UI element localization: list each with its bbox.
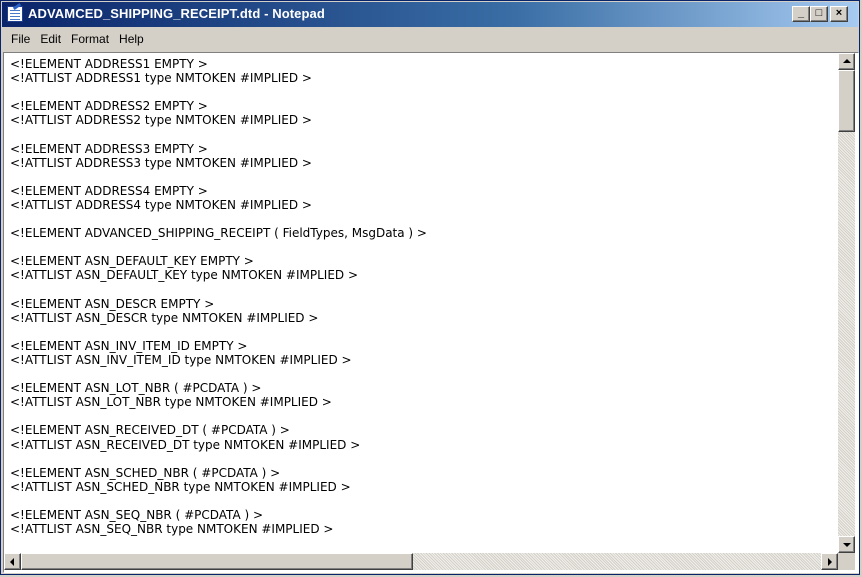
maximize-button[interactable]: □ (810, 6, 828, 22)
scroll-down-button[interactable] (838, 536, 855, 553)
editor-frame: <!ELEMENT ADDRESS1 EMPTY > <!ATTLIST ADD… (3, 52, 859, 573)
notepad-window: ADVAMCED_SHIPPING_RECEIPT.dtd - Notepad … (0, 0, 860, 575)
title-bar[interactable]: ADVAMCED_SHIPPING_RECEIPT.dtd - Notepad … (2, 2, 858, 27)
arrow-down-icon (843, 543, 851, 547)
vertical-scrollbar[interactable] (838, 53, 855, 553)
menu-help[interactable]: Help (114, 28, 149, 50)
scroll-right-button[interactable] (821, 553, 838, 570)
text-area[interactable]: <!ELEMENT ADDRESS1 EMPTY > <!ATTLIST ADD… (4, 53, 838, 553)
arrow-right-icon (828, 558, 832, 566)
scroll-left-button[interactable] (4, 553, 21, 570)
scroll-up-button[interactable] (838, 53, 855, 70)
menu-bar: File Edit Format Help (2, 28, 858, 50)
close-button[interactable]: × (830, 6, 848, 22)
document-content[interactable]: <!ELEMENT ADDRESS1 EMPTY > <!ATTLIST ADD… (4, 53, 838, 536)
notepad-icon[interactable] (7, 6, 23, 22)
window-title: ADVAMCED_SHIPPING_RECEIPT.dtd - Notepad (28, 6, 325, 21)
scrollbar-corner (838, 553, 855, 570)
horizontal-scroll-thumb[interactable] (21, 553, 413, 570)
vertical-scroll-thumb[interactable] (838, 70, 855, 132)
menu-format[interactable]: Format (66, 28, 114, 50)
menu-file[interactable]: File (6, 28, 35, 50)
arrow-left-icon (10, 558, 14, 566)
menu-edit[interactable]: Edit (35, 28, 66, 50)
horizontal-scrollbar[interactable] (4, 553, 838, 570)
arrow-up-icon (843, 59, 851, 63)
minimize-button[interactable]: _ (792, 6, 810, 22)
